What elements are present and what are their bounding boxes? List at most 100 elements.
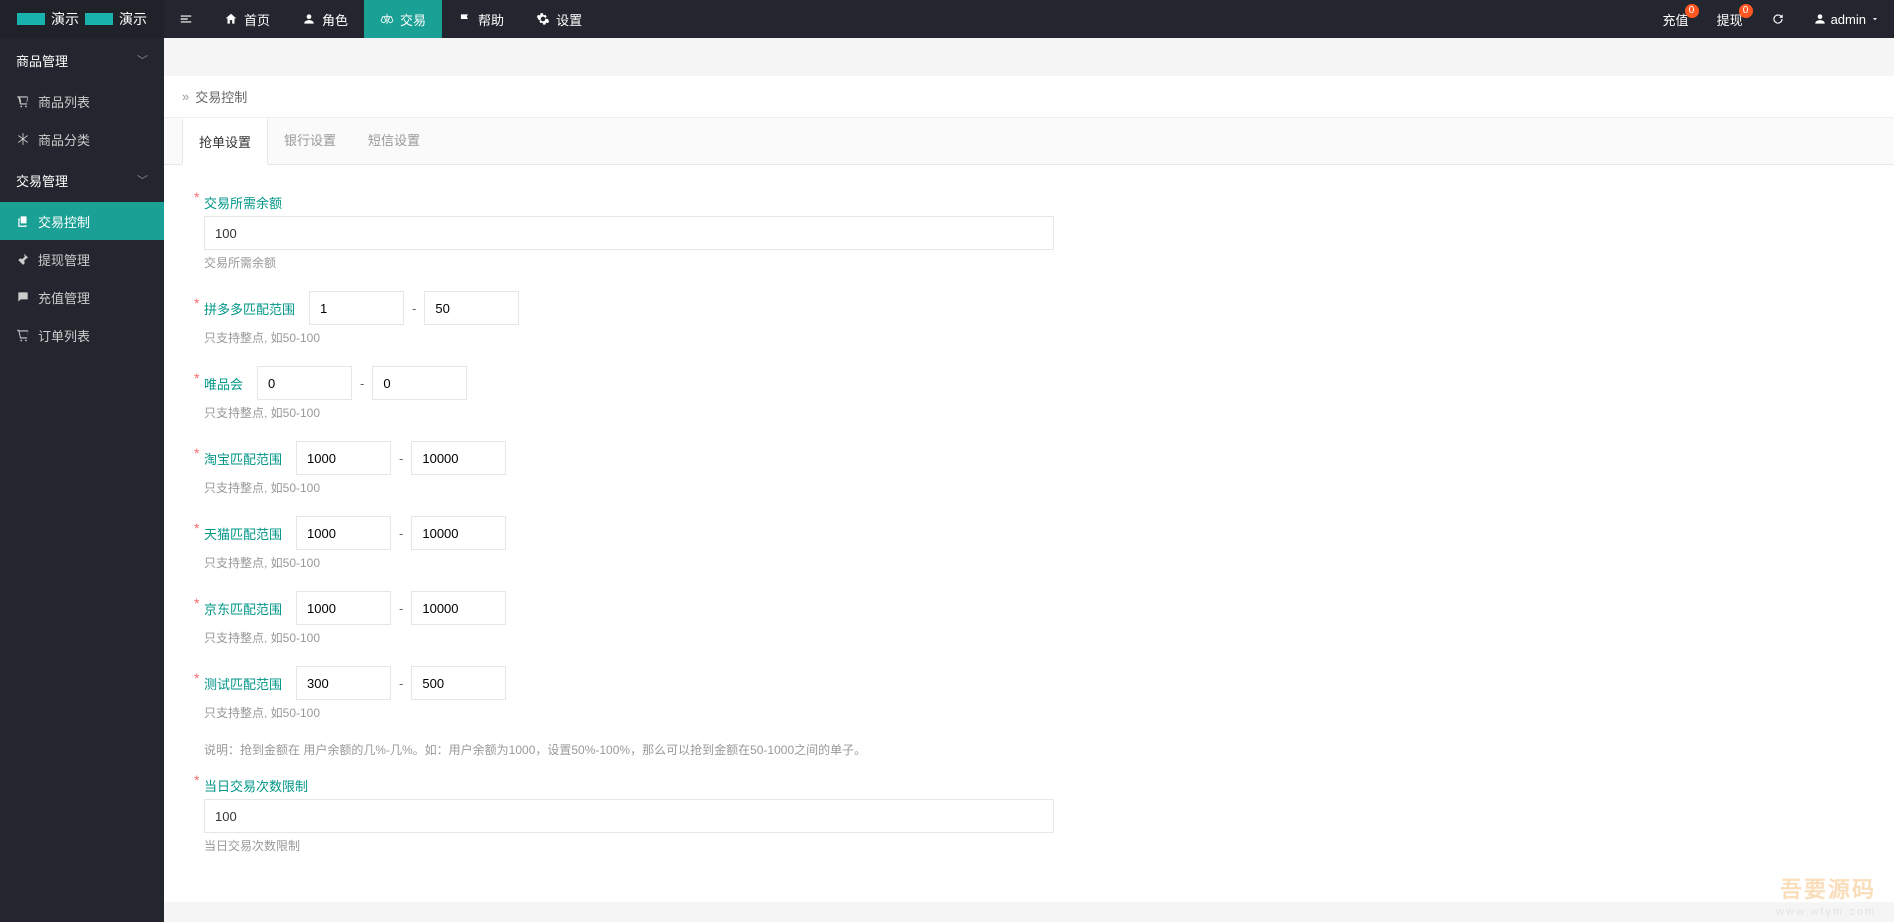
watermark-sub: www.wtym.com	[1776, 906, 1876, 918]
tab-label: 银行设置	[284, 133, 336, 148]
range-max-input[interactable]	[424, 291, 519, 325]
dash: -	[399, 601, 403, 616]
field-range-taobao: 淘宝匹配范围 - 只支持整点, 如50-100	[204, 441, 1854, 496]
snow-icon	[16, 132, 30, 146]
nav-help-label: 帮助	[478, 10, 504, 29]
range-max-input[interactable]	[411, 441, 506, 475]
breadcrumb: » 交易控制	[164, 76, 1894, 118]
copy-icon	[16, 214, 30, 228]
cart2-icon	[16, 328, 30, 342]
logo-block-1	[17, 13, 45, 25]
field-range-pdd: 拼多多匹配范围 - 只支持整点, 如50-100	[204, 291, 1854, 346]
sidebar-item-order-list[interactable]: 订单列表	[0, 316, 164, 354]
top-nav: 首页 角色 交易 帮助 设置	[208, 0, 598, 38]
field-balance: 交易所需余额 交易所需余额	[204, 193, 1854, 271]
nav-settings-label: 设置	[556, 10, 582, 29]
range-max-input[interactable]	[411, 666, 506, 700]
logo-text-1: 演示	[51, 9, 79, 29]
nav-help[interactable]: 帮助	[442, 0, 520, 38]
range-label: 天猫匹配范围	[204, 524, 282, 543]
nav-home[interactable]: 首页	[208, 0, 286, 38]
range-max-input[interactable]	[411, 516, 506, 550]
sidebar-item-label: 交易控制	[38, 212, 90, 231]
chevron-down-icon: ﹀	[137, 52, 148, 68]
sidebar: 商品管理 ﹀ 商品列表 商品分类 交易管理 ﹀ 交易控制 提现管理 充值管理 订…	[0, 38, 164, 922]
field-range-vip: 唯品会 - 只支持整点, 如50-100	[204, 366, 1854, 421]
sidebar-item-label: 商品分类	[38, 130, 90, 149]
chevron-down-icon: ﹀	[137, 172, 148, 188]
recharge-badge: 0	[1685, 4, 1699, 18]
range-label: 京东匹配范围	[204, 599, 282, 618]
balance-input[interactable]	[204, 216, 1054, 250]
home-icon	[224, 12, 238, 26]
user-label: admin	[1831, 12, 1866, 27]
main-area: » 交易控制 抢单设置 银行设置 短信设置 交易所需余额 交易所需余额 拼多多匹…	[164, 76, 1894, 902]
sidebar-item-label: 提现管理	[38, 250, 90, 269]
breadcrumb-title: 交易控制	[195, 87, 247, 106]
range-label: 唯品会	[204, 374, 243, 393]
sidebar-item-label: 商品列表	[38, 92, 90, 111]
field-range-tmall: 天猫匹配范围 - 只支持整点, 如50-100	[204, 516, 1854, 571]
dash: -	[412, 301, 416, 316]
dash: -	[399, 526, 403, 541]
refresh-button[interactable]	[1757, 0, 1799, 38]
sidebar-group-trade[interactable]: 交易管理 ﹀	[0, 158, 164, 202]
sidebar-group-product[interactable]: 商品管理 ﹀	[0, 38, 164, 82]
tabs: 抢单设置 银行设置 短信设置	[164, 118, 1894, 165]
field-daily-limit: 当日交易次数限制 当日交易次数限制	[204, 776, 1854, 854]
sidebar-item-product-category[interactable]: 商品分类	[0, 120, 164, 158]
logo-text-2: 演示	[119, 9, 147, 29]
user-menu[interactable]: admin	[1799, 0, 1894, 38]
range-label: 测试匹配范围	[204, 674, 282, 693]
sidebar-item-product-list[interactable]: 商品列表	[0, 82, 164, 120]
range-min-input[interactable]	[296, 516, 391, 550]
nav-settings[interactable]: 设置	[520, 0, 598, 38]
dash: -	[360, 376, 364, 391]
sidebar-item-trade-control[interactable]: 交易控制	[0, 202, 164, 240]
range-min-input[interactable]	[296, 666, 391, 700]
field-range-test: 测试匹配范围 - 只支持整点, 如50-100	[204, 666, 1854, 721]
top-header: 演示 演示 首页 角色 交易 帮助 设置 充值 0	[0, 0, 1894, 38]
chat-icon	[16, 290, 30, 304]
refresh-icon	[1771, 12, 1785, 26]
nav-trade-label: 交易	[400, 10, 426, 29]
header-right: 充值 0 提现 0 admin	[1649, 0, 1894, 38]
range-min-input[interactable]	[309, 291, 404, 325]
nav-trade[interactable]: 交易	[364, 0, 442, 38]
tab-label: 短信设置	[368, 133, 420, 148]
range-min-input[interactable]	[257, 366, 352, 400]
sidebar-item-label: 订单列表	[38, 326, 90, 345]
range-max-input[interactable]	[411, 591, 506, 625]
tab-sms-settings[interactable]: 短信设置	[352, 118, 436, 164]
sidebar-item-recharge-manage[interactable]: 充值管理	[0, 278, 164, 316]
sidebar-item-label: 充值管理	[38, 288, 90, 307]
range-help: 只支持整点, 如50-100	[204, 479, 1854, 496]
nav-role[interactable]: 角色	[286, 0, 364, 38]
chevron-down-icon	[1870, 12, 1880, 26]
scale-icon	[380, 12, 394, 26]
user-avatar-icon	[1813, 12, 1827, 26]
sidebar-item-withdraw-manage[interactable]: 提现管理	[0, 240, 164, 278]
tab-bank-settings[interactable]: 银行设置	[268, 118, 352, 164]
recharge-button[interactable]: 充值 0	[1649, 0, 1703, 38]
tab-label: 抢单设置	[199, 135, 251, 150]
range-help: 只支持整点, 如50-100	[204, 704, 1854, 721]
withdraw-button[interactable]: 提现 0	[1703, 0, 1757, 38]
balance-help: 交易所需余额	[204, 254, 1854, 271]
range-min-input[interactable]	[296, 591, 391, 625]
range-max-input[interactable]	[372, 366, 467, 400]
field-range-jd: 京东匹配范围 - 只支持整点, 如50-100	[204, 591, 1854, 646]
range-label: 淘宝匹配范围	[204, 449, 282, 468]
daily-limit-input[interactable]	[204, 799, 1054, 833]
range-help: 只支持整点, 如50-100	[204, 329, 1854, 346]
withdraw-badge: 0	[1739, 4, 1753, 18]
menu-toggle-button[interactable]	[164, 0, 208, 38]
sidebar-group-trade-label: 交易管理	[16, 171, 68, 190]
nav-home-label: 首页	[244, 10, 270, 29]
dash: -	[399, 676, 403, 691]
daily-limit-label: 当日交易次数限制	[204, 776, 308, 795]
nav-role-label: 角色	[322, 10, 348, 29]
content-panel: 抢单设置 银行设置 短信设置 交易所需余额 交易所需余额 拼多多匹配范围 - 只…	[164, 118, 1894, 902]
range-min-input[interactable]	[296, 441, 391, 475]
tab-grab-settings[interactable]: 抢单设置	[182, 118, 268, 165]
